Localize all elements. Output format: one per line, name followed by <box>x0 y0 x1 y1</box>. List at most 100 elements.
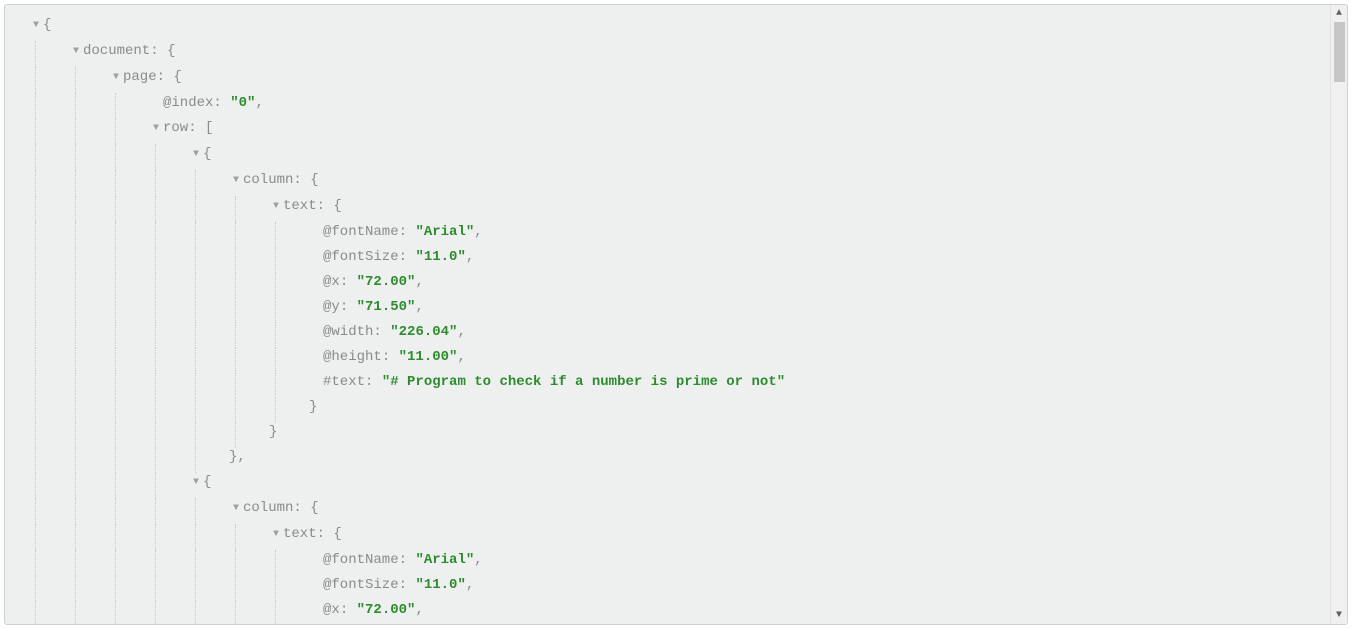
json-string: "72.00" <box>357 274 416 290</box>
comma: , <box>255 95 263 111</box>
json-string: "226.04" <box>390 324 457 340</box>
colon: : <box>399 249 416 265</box>
collapse-toggle-icon[interactable]: ▼ <box>229 496 243 521</box>
collapse-toggle-icon[interactable]: ▼ <box>229 168 243 193</box>
json-key: column <box>243 500 293 516</box>
tree-line: @x: "72.00", <box>13 598 1347 623</box>
colon: : <box>293 500 310 516</box>
brace: { <box>203 474 211 490</box>
brace: } <box>269 424 277 440</box>
tree-line: @fontName: "Arial", <box>13 548 1347 573</box>
collapse-toggle-icon[interactable]: ▼ <box>69 39 83 64</box>
collapse-toggle-icon[interactable]: ▼ <box>109 65 123 90</box>
json-key: @fontName <box>323 224 399 240</box>
colon: : <box>340 274 357 290</box>
comma: , <box>415 274 423 290</box>
json-string: "0" <box>230 95 255 111</box>
comma: , <box>457 349 465 365</box>
tree-line: ▼text: { <box>13 522 1347 548</box>
colon: : <box>340 299 357 315</box>
colon: : <box>317 526 334 542</box>
colon: : <box>150 43 167 59</box>
json-key: #text <box>323 374 365 390</box>
tree-line: ▼document: { <box>13 39 1347 65</box>
comma: , <box>466 249 474 265</box>
json-key: @height <box>323 349 382 365</box>
colon: : <box>365 374 382 390</box>
colon: : <box>317 198 334 214</box>
scroll-up-arrow[interactable]: ▲ <box>1331 5 1347 22</box>
colon: : <box>399 577 416 593</box>
colon: : <box>382 349 399 365</box>
tree-line: @y: "101.50", <box>13 623 1347 624</box>
collapse-toggle-icon[interactable]: ▼ <box>269 522 283 547</box>
brace: { <box>173 69 181 85</box>
collapse-toggle-icon[interactable]: ▼ <box>29 13 43 38</box>
brace: { <box>333 198 341 214</box>
comma: , <box>415 602 423 618</box>
colon: : <box>373 324 390 340</box>
scrollbar-thumb[interactable] <box>1334 22 1345 82</box>
tree-line: ▼page: { <box>13 65 1347 91</box>
tree-line: ▼text: { <box>13 194 1347 220</box>
json-key: row <box>163 120 188 136</box>
tree-line: ▼row: [ <box>13 116 1347 142</box>
json-tree-viewer: ▼{▼document: {▼page: {@index: "0",▼row: … <box>4 4 1348 625</box>
comma: , <box>415 299 423 315</box>
brace: { <box>310 500 318 516</box>
tree-line: @y: "71.50", <box>13 295 1347 320</box>
colon: : <box>188 120 205 136</box>
json-key: column <box>243 172 293 188</box>
json-key: @width <box>323 324 373 340</box>
json-string: "72.00" <box>357 602 416 618</box>
json-key: @x <box>323 274 340 290</box>
tree-line: #text: "# Program to check if a number i… <box>13 370 1347 395</box>
collapse-toggle-icon[interactable]: ▼ <box>189 142 203 167</box>
collapse-toggle-icon[interactable]: ▼ <box>269 194 283 219</box>
json-string: "Arial" <box>415 224 474 240</box>
json-string: "11.0" <box>415 577 465 593</box>
bracket: [ <box>205 120 213 136</box>
json-key: text <box>283 198 317 214</box>
comma: , <box>474 224 482 240</box>
json-key: text <box>283 526 317 542</box>
json-key: page <box>123 69 157 85</box>
tree-line: ▼{ <box>13 470 1347 496</box>
json-key: document <box>83 43 150 59</box>
tree-line: @fontName: "Arial", <box>13 220 1347 245</box>
collapse-toggle-icon[interactable]: ▼ <box>189 470 203 495</box>
json-string: "71.50" <box>357 299 416 315</box>
comma: , <box>237 449 245 465</box>
colon: : <box>399 224 416 240</box>
brace: { <box>310 172 318 188</box>
json-key: @x <box>323 602 340 618</box>
tree-line: } <box>13 395 1347 420</box>
json-key: @fontSize <box>323 249 399 265</box>
tree-line: ▼column: { <box>13 496 1347 522</box>
comma: , <box>474 552 482 568</box>
comma: , <box>466 577 474 593</box>
json-key: @y <box>323 299 340 315</box>
brace: { <box>333 526 341 542</box>
json-string: "11.00" <box>399 349 458 365</box>
colon: : <box>213 95 230 111</box>
tree-line: } <box>13 420 1347 445</box>
brace: { <box>167 43 175 59</box>
json-tree-content: ▼{▼document: {▼page: {@index: "0",▼row: … <box>5 5 1347 624</box>
tree-line: @fontSize: "11.0", <box>13 245 1347 270</box>
json-key: @index <box>163 95 213 111</box>
collapse-toggle-icon[interactable]: ▼ <box>149 116 163 141</box>
vertical-scrollbar[interactable]: ▲ ▼ <box>1330 5 1347 624</box>
brace: { <box>203 146 211 162</box>
tree-line: ▼{ <box>13 13 1347 39</box>
json-key: @fontSize <box>323 577 399 593</box>
tree-line: @height: "11.00", <box>13 345 1347 370</box>
tree-line: @fontSize: "11.0", <box>13 573 1347 598</box>
tree-line: ▼column: { <box>13 168 1347 194</box>
colon: : <box>399 552 416 568</box>
colon: : <box>340 602 357 618</box>
brace: { <box>43 17 51 33</box>
json-string: "11.0" <box>415 249 465 265</box>
scroll-down-arrow[interactable]: ▼ <box>1331 607 1347 624</box>
json-key: @fontName <box>323 552 399 568</box>
